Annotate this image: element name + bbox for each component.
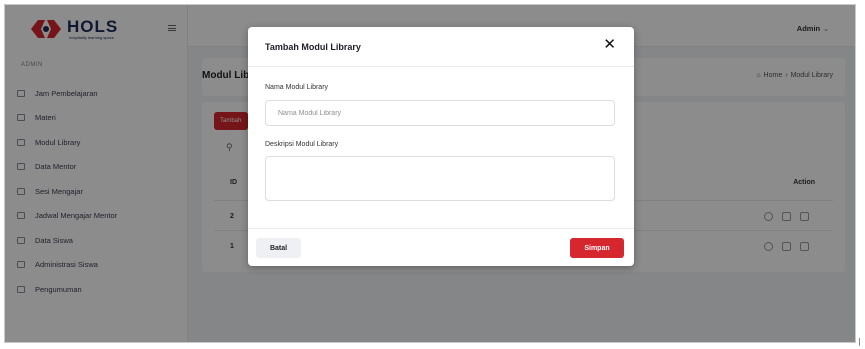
- name-input[interactable]: [265, 100, 615, 126]
- close-icon[interactable]: ✕: [603, 37, 616, 52]
- modal-title: Tambah Modul Library: [265, 42, 361, 52]
- modal-header: Tambah Modul Library ✕: [248, 27, 634, 67]
- name-field-label: Nama Modul Library: [265, 84, 329, 91]
- cancel-button[interactable]: Batal: [256, 238, 301, 258]
- app-window: HOLS hospitality learning space ADMIN Ja…: [4, 4, 856, 343]
- description-field-label: Deskripsi Modul Library: [265, 141, 339, 148]
- description-textarea[interactable]: [265, 156, 615, 201]
- scrollbar-edge: [859, 338, 860, 346]
- save-button[interactable]: Simpan: [570, 238, 624, 258]
- add-modul-library-modal: Tambah Modul Library ✕ Nama Modul Librar…: [248, 27, 634, 266]
- modal-footer: Batal Simpan: [248, 228, 634, 266]
